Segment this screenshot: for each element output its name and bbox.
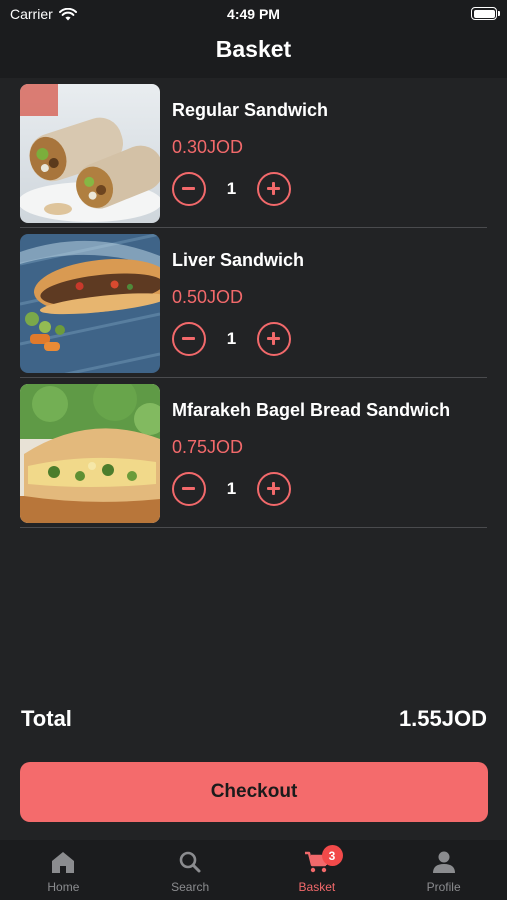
decrease-quantity-button[interactable] [172,322,206,356]
product-name: Liver Sandwich [172,250,305,270]
basket-count-badge: 3 [321,845,343,866]
quantity-value: 1 [226,179,237,198]
basket-item: Liver Sandwich 0.50JOD 1 [20,228,487,378]
quantity-value: 1 [226,329,237,348]
total-label: Total [21,706,72,731]
increase-quantity-button[interactable] [257,472,291,506]
product-price: 0.75JOD [172,437,244,457]
total-value: 1.55JOD [398,706,487,731]
search-icon [179,851,201,873]
basket-item: Mfarakeh Bagel Bread Sandwich 0.75JOD 1 [20,378,487,528]
tab-label: Home [47,880,80,894]
page-title: Basket [215,36,292,62]
profile-icon [432,851,455,873]
minus-icon [182,337,195,340]
tab-basket[interactable]: 3 Basket [254,840,381,900]
product-name: Mfarakeh Bagel Bread Sandwich [172,400,451,420]
increase-quantity-button[interactable] [257,322,291,356]
tab-label: Profile [426,880,461,894]
tab-home[interactable]: Home [0,840,127,900]
tab-profile[interactable]: Profile [380,840,507,900]
product-name: Regular Sandwich [172,100,329,120]
basket-list: Regular Sandwich 0.30JOD 1 Liver Sandwic… [20,78,487,528]
status-bar: Carrier 4:49 PM [0,0,507,28]
top-bar: Carrier 4:49 PM Basket [0,0,507,78]
quantity-value: 1 [226,479,237,498]
tab-label: Basket [298,880,336,894]
quantity-stepper: 1 [172,322,291,356]
increase-quantity-button[interactable] [257,172,291,206]
minus-icon [182,187,195,190]
battery-icon [471,7,500,20]
product-price: 0.50JOD [172,287,244,307]
quantity-stepper: 1 [172,172,291,206]
tab-search[interactable]: Search [127,840,254,900]
tab-bar: Home Search 3 Basket Profile [0,840,507,900]
product-image[interactable] [20,84,160,223]
decrease-quantity-button[interactable] [172,472,206,506]
decrease-quantity-button[interactable] [172,172,206,206]
status-time: 4:49 PM [227,6,280,22]
basket-item: Regular Sandwich 0.30JOD 1 [20,78,487,228]
tab-label: Search [171,880,210,894]
minus-icon [182,487,195,490]
checkout-button[interactable]: Checkout [20,762,488,822]
home-icon [52,852,75,873]
product-price: 0.30JOD [172,137,244,157]
product-image[interactable] [20,234,160,373]
product-image[interactable] [20,384,160,523]
quantity-stepper: 1 [172,472,291,506]
